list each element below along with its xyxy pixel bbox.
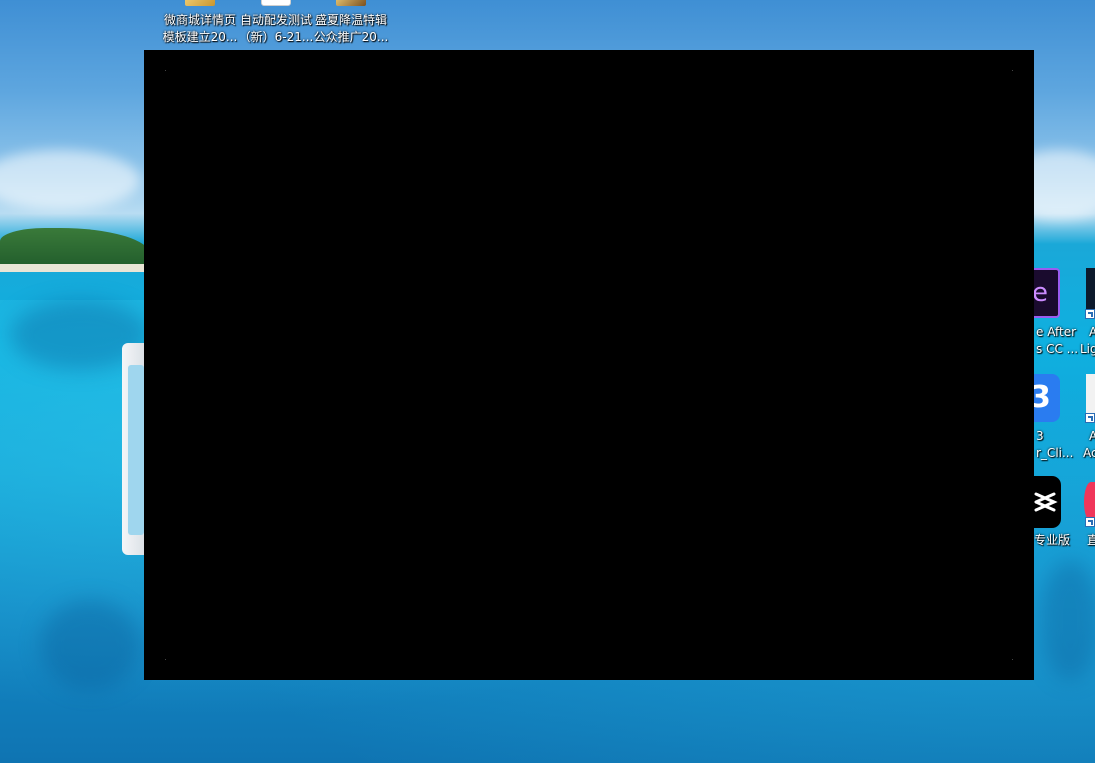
folder-image-icon [185,0,215,6]
cloud [0,150,140,210]
icon-label-line1: 自动配发测试 [239,13,312,27]
reef [40,600,140,690]
boat-window [128,365,144,535]
ae-glyph: e [1032,278,1048,308]
desktop-icon-shengxia[interactable]: 盛夏降温特辑 公众推广20... [312,0,390,48]
capcut-glyph-icon [1034,492,1058,512]
icon-label-line2: Lig [1080,342,1095,356]
document-icon [261,0,291,6]
desktop-wallpaper: 微商城详情页 模板建立20... 自动配发测试 （新）6-21... 盛夏降温特… [0,0,1095,763]
icon-label-line2: Ac [1083,446,1095,460]
corner-marker [165,70,166,71]
folder-image-icon [336,0,366,6]
black-window[interactable] [144,50,1034,680]
island-beach [0,264,150,272]
capcut-icon[interactable] [1030,476,1061,528]
icon-label-line2: s CC ... [1036,342,1079,356]
desktop-icon-zidongpeifa[interactable]: 自动配发测试 （新）6-21... [237,0,315,48]
shortcut-arrow-icon [1085,517,1095,527]
icon-label-line2: 模板建立20... [162,30,238,44]
corner-marker [165,659,166,660]
icon-label-line2: r_Cli... [1036,446,1074,460]
b-app-icon[interactable]: 3 [1030,374,1060,422]
icon-label-line1: 盛夏降温特辑 [314,13,387,27]
icon-label-line1: 3 [1036,429,1044,443]
reef [1040,560,1095,680]
after-effects-icon[interactable]: e [1030,268,1060,318]
red-app-icon[interactable] [1084,482,1095,522]
icon-label-line2: （新）6-21... [238,30,314,44]
icon-label-line1: 微商城详情页 [163,13,236,27]
corner-marker [1012,659,1013,660]
icon-label-line1: 专业版 [1034,533,1071,547]
icon-label-line1: 直 [1087,533,1095,547]
desktop-icon-weishangcheng[interactable]: 微商城详情页 模板建立20... [161,0,239,48]
shortcut-arrow-icon [1085,413,1095,423]
icon-label-line1: A [1089,429,1095,443]
corner-marker [1012,70,1013,71]
icon-label-line1: A [1089,325,1095,339]
shortcut-arrow-icon [1085,309,1095,319]
icon-label-line1: e After [1036,325,1077,339]
icon-label-line2: 公众推广20... [313,30,389,44]
